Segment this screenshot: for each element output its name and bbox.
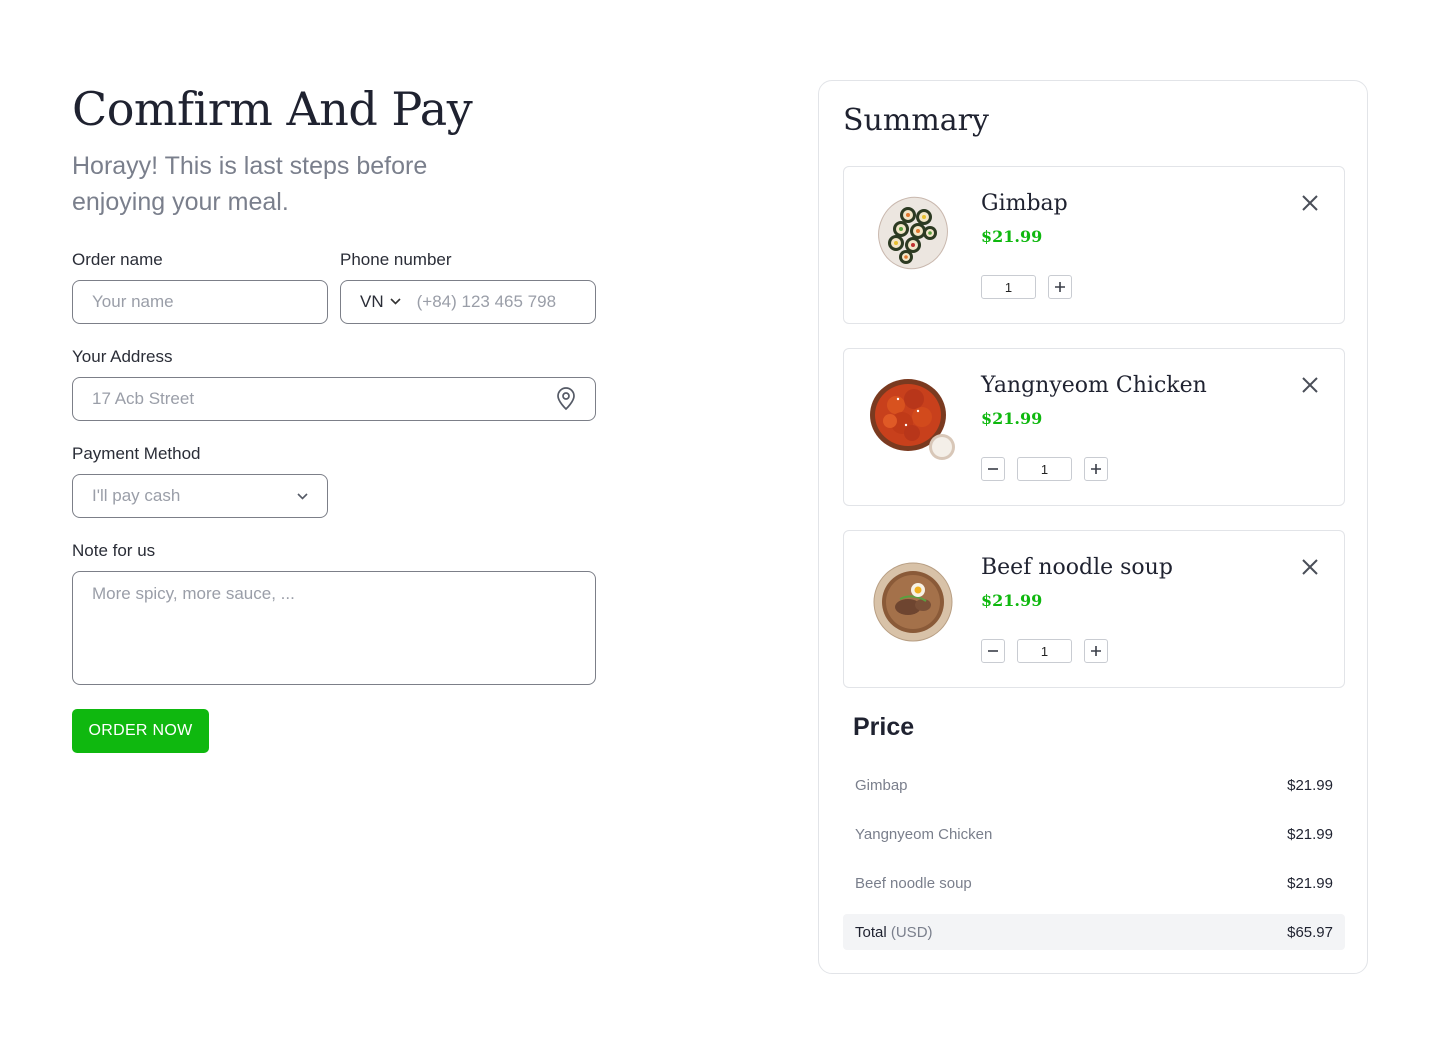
payment-label: Payment Method xyxy=(72,444,201,463)
total-label-text: Total xyxy=(855,923,887,941)
order-name-label: Order name xyxy=(72,250,163,269)
page-title: Comfirm And Pay xyxy=(72,82,473,136)
price-line-value: $21.99 xyxy=(1287,825,1333,843)
quantity-stepper: 1 xyxy=(981,457,1108,481)
phone-placeholder: (+84) 123 465 798 xyxy=(416,292,557,311)
name-phone-row: Order name Your name Phone number VN (+8… xyxy=(72,250,596,324)
total-label: Total (USD) xyxy=(855,924,933,941)
price-line: Beef noodle soup $21.99 xyxy=(843,865,1345,901)
phone-label: Phone number xyxy=(340,250,452,269)
cart-item: Gimbap $21.99 1 xyxy=(843,166,1345,324)
cart-item: Beef noodle soup $21.99 1 xyxy=(843,530,1345,688)
price-line-name: Yangnyeom Chicken xyxy=(855,825,993,843)
payment-field: Payment Method I'll pay cash xyxy=(72,444,596,518)
chicken-plate-icon xyxy=(868,375,958,465)
order-now-button[interactable]: ORDER NOW xyxy=(72,709,209,753)
note-label: Note for us xyxy=(72,541,156,560)
price-line-name: Beef noodle soup xyxy=(855,874,972,892)
order-name-input[interactable]: Your name xyxy=(72,280,328,324)
price-line-name: Gimbap xyxy=(855,776,908,794)
checkout-form: Comfirm And Pay Horayy! This is last ste… xyxy=(72,80,596,753)
plus-icon[interactable] xyxy=(1084,639,1108,663)
total-unit: (USD) xyxy=(890,923,933,941)
cart-item: Yangnyeom Chicken $21.99 1 xyxy=(843,348,1345,506)
note-placeholder: More spicy, more sauce, ... xyxy=(92,584,295,603)
noodle-bowl-icon xyxy=(868,557,958,647)
price-line: Yangnyeom Chicken $21.99 xyxy=(843,816,1345,852)
minus-icon[interactable] xyxy=(981,639,1005,663)
item-price: $21.99 xyxy=(981,591,1043,610)
close-icon[interactable] xyxy=(1300,557,1320,577)
order-name-placeholder: Your name xyxy=(92,292,174,311)
summary-title: Summary xyxy=(843,103,989,138)
close-icon[interactable] xyxy=(1300,193,1320,213)
note-field: Note for us More spicy, more sauce, ... xyxy=(72,541,596,685)
quantity-value[interactable]: 1 xyxy=(1017,639,1072,663)
chevron-down-icon[interactable] xyxy=(390,296,401,308)
note-textarea[interactable]: More spicy, more sauce, ... xyxy=(72,571,596,685)
gimbap-plate-icon xyxy=(868,193,958,283)
quantity-value[interactable]: 1 xyxy=(981,275,1036,299)
price-line-value: $21.99 xyxy=(1287,776,1333,794)
country-code-select[interactable]: VN xyxy=(360,292,384,312)
phone-input[interactable]: VN (+84) 123 465 798 xyxy=(340,280,596,324)
page-subtitle: Horayy! This is last steps before enjoyi… xyxy=(72,152,428,216)
address-label: Your Address xyxy=(72,347,173,366)
plus-icon[interactable] xyxy=(1084,457,1108,481)
minus-icon[interactable] xyxy=(981,457,1005,481)
address-placeholder: 17 Acb Street xyxy=(92,389,195,408)
quantity-value[interactable]: 1 xyxy=(1017,457,1072,481)
payment-selected-value: I'll pay cash xyxy=(92,486,181,505)
quantity-stepper: 1 xyxy=(981,275,1072,299)
chevron-down-icon[interactable] xyxy=(297,489,308,503)
item-name: Beef noodle soup xyxy=(981,555,1173,580)
item-name: Yangnyeom Chicken xyxy=(981,373,1207,398)
item-name: Gimbap xyxy=(981,191,1068,216)
location-pin-icon[interactable] xyxy=(556,387,576,411)
close-icon[interactable] xyxy=(1300,375,1320,395)
item-price: $21.99 xyxy=(981,409,1043,428)
price-line: Gimbap $21.99 xyxy=(843,767,1345,803)
summary-panel: Summary Gimbap $21.99 1 Yangnyeom Chicke… xyxy=(818,80,1368,974)
total-value: $65.97 xyxy=(1287,923,1333,941)
quantity-stepper: 1 xyxy=(981,639,1108,663)
address-field: Your Address 17 Acb Street xyxy=(72,347,596,421)
payment-method-select[interactable]: I'll pay cash xyxy=(72,474,328,518)
plus-icon[interactable] xyxy=(1048,275,1072,299)
address-input[interactable]: 17 Acb Street xyxy=(72,377,596,421)
price-total-row: Total (USD) $65.97 xyxy=(843,914,1345,950)
order-name-field: Order name Your name xyxy=(72,250,328,324)
price-line-value: $21.99 xyxy=(1287,874,1333,892)
phone-field: Phone number VN (+84) 123 465 798 xyxy=(340,250,596,324)
item-price: $21.99 xyxy=(981,227,1043,246)
price-title: Price xyxy=(853,713,915,741)
